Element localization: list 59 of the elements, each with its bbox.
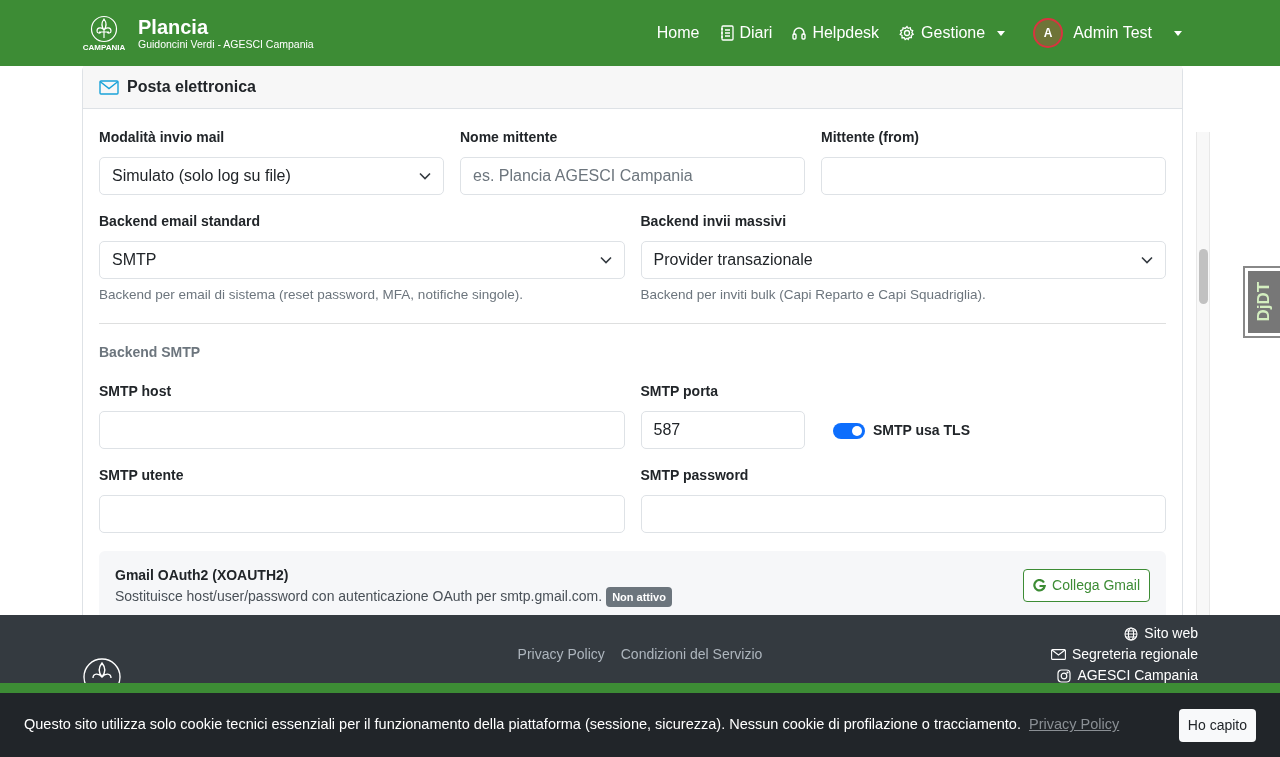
field-label: Modalità invio mail: [99, 128, 226, 147]
input-field[interactable]: [640, 495, 1166, 534]
connect-gmail-button[interactable]: Collega Gmail: [1023, 569, 1150, 603]
chevron-down-icon: [599, 256, 612, 264]
nav-link[interactable]: Gestione: [891, 21, 1014, 45]
nav-link[interactable]: Diari: [711, 21, 781, 45]
envelope-icon: [99, 79, 119, 95]
avatar: A: [1033, 18, 1064, 48]
select-field[interactable]: Simulato (solo log su file): [99, 157, 444, 195]
input-field[interactable]: 587: [640, 411, 805, 450]
input-field[interactable]: [821, 157, 1166, 195]
notebook-icon: [719, 25, 734, 41]
footer-link[interactable]: Privacy Policy: [517, 644, 605, 665]
cookie-notice: Questo sito utilizza solo cookie tecnici essenziali per il funzionamento della piattaforma (sessione, sicurezza). Nessun cookie di profilazione o tracciamento.: [24, 715, 1021, 735]
field-label: Nome mittente: [460, 128, 559, 147]
nav-link[interactable]: Helpdesk: [784, 21, 888, 45]
chevron-down-icon: [419, 172, 431, 180]
field-label: SMTP porta: [640, 382, 720, 402]
fleur-de-lis-logo: [90, 14, 118, 43]
footer-link[interactable]: Condizioni del Servizio: [620, 644, 763, 665]
accept-cookies-button[interactable]: Ho capito: [1178, 708, 1256, 742]
select-field[interactable]: Provider transazionale: [640, 241, 1166, 279]
globe-icon: [1124, 626, 1139, 641]
toggle-switch[interactable]: [833, 422, 865, 439]
status-badge: Non attivo: [606, 586, 672, 607]
help-text: Backend per email di sistema (reset password, MFA, notifiche singole).: [99, 286, 524, 304]
input-field[interactable]: [99, 411, 625, 450]
help-text: Backend per inviti bulk (Capi Reparto e Capi Squadriglia).: [640, 286, 987, 304]
debug-toolbar-handle[interactable]: DjDT: [1243, 266, 1280, 338]
logo-caption: CAMPANIA: [82, 43, 126, 52]
switch-label: SMTP usa TLS: [873, 421, 970, 441]
panel-title: Gmail OAuth2 (XOAUTH2): [115, 566, 290, 586]
section-heading: Backend SMTP: [99, 343, 202, 363]
input-field[interactable]: es. Plancia AGESCI Campania: [460, 157, 805, 195]
input-field[interactable]: [99, 495, 625, 534]
envelope-icon: [1050, 649, 1066, 660]
brand-subtitle: Guidoncini Verdi - AGESCI Campania: [138, 37, 314, 51]
field-label: SMTP password: [640, 466, 750, 486]
nav-link[interactable]: Home: [648, 21, 708, 45]
field-label: Backend invii massivi: [640, 212, 788, 231]
field-label: Backend email standard: [99, 212, 262, 231]
footer-contact-link[interactable]: Segreteria regionale: [1050, 644, 1198, 665]
footer-contact-link[interactable]: Sito web: [1124, 623, 1198, 644]
select-field[interactable]: SMTP: [99, 241, 625, 279]
gear-icon: [899, 25, 916, 41]
footer-contact-link[interactable]: AGESCI Campania: [1057, 665, 1198, 686]
user-menu[interactable]: A Admin Test: [1025, 18, 1190, 48]
privacy-policy-link[interactable]: Privacy Policy: [1028, 714, 1120, 736]
field-label: Mittente (from): [821, 128, 920, 147]
instagram-icon: [1057, 668, 1072, 683]
headset-icon: [792, 25, 807, 41]
panel-description: Sostituisce host/user/password con autenticazione OAuth per smtp.gmail.com.: [115, 587, 603, 607]
card-title: Posta elettronica: [127, 77, 256, 97]
field-label: SMTP utente: [99, 466, 185, 486]
scrollbar[interactable]: [1196, 132, 1210, 615]
g-icon: [1033, 579, 1047, 593]
chevron-down-icon: [1141, 256, 1153, 264]
field-label: SMTP host: [99, 382, 173, 402]
brand-name[interactable]: Plancia: [138, 15, 314, 38]
